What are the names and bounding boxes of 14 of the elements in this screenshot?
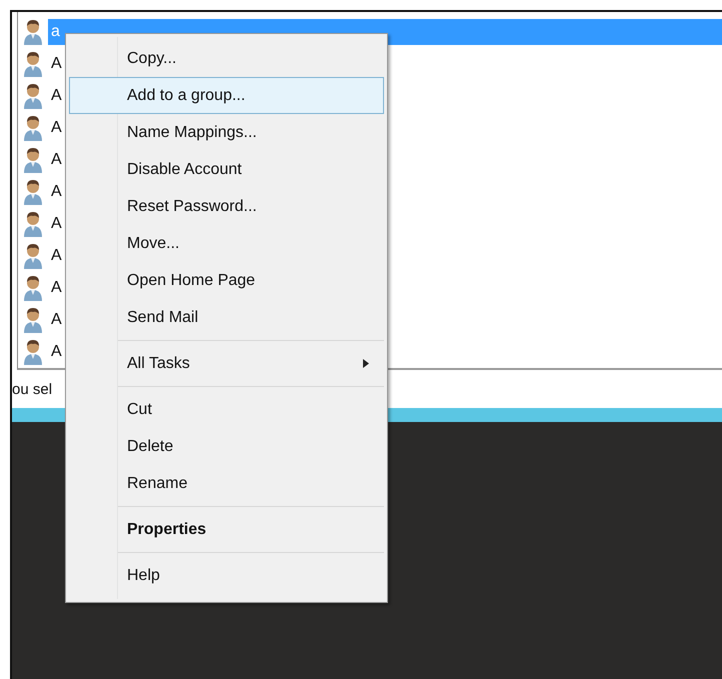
menu-item[interactable]: Rename — [69, 465, 384, 502]
menu-item[interactable]: Send Mail — [69, 299, 384, 336]
menu-item[interactable]: Reset Password... — [69, 188, 384, 225]
menu-item[interactable]: Open Home Page — [69, 262, 384, 299]
menu-item[interactable]: Name Mappings... — [69, 114, 384, 151]
menu-item[interactable]: Properties — [69, 511, 384, 548]
menu-item[interactable]: Disable Account — [69, 151, 384, 188]
menu-item[interactable]: Move... — [69, 225, 384, 262]
menu-item[interactable]: Add to a group... — [69, 77, 384, 114]
menu-item[interactable]: Help — [69, 557, 384, 594]
menu-item[interactable]: All Tasks — [69, 345, 384, 382]
status-text: ou sel — [12, 380, 52, 398]
menu-item[interactable]: Delete — [69, 428, 384, 465]
menu-item[interactable]: Cut — [69, 391, 384, 428]
